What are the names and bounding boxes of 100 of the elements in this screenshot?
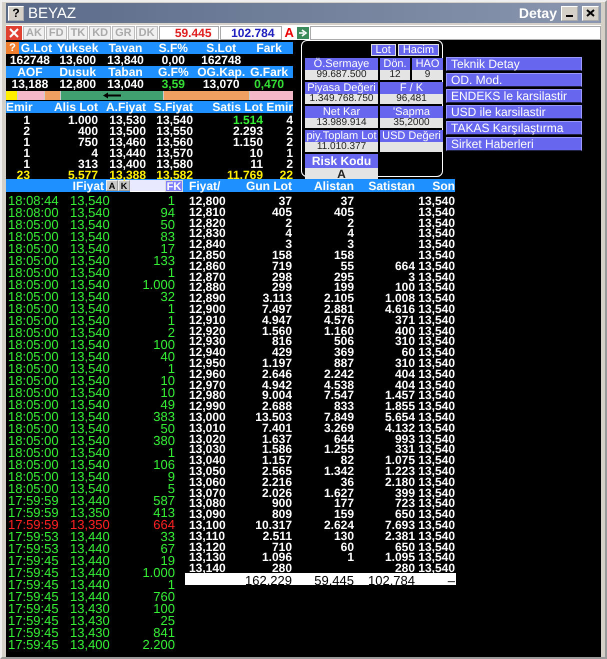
- field-label: HAO: [412, 58, 443, 70]
- trade-price: 13,440: [70, 589, 111, 604]
- trade-lot: 50: [160, 217, 175, 232]
- trade-time: 17:59:45: [8, 625, 60, 640]
- trade-lot: 10: [160, 373, 175, 388]
- unit-button[interactable]: Hacim: [398, 44, 439, 56]
- trade-time: 18:08:00: [8, 205, 60, 220]
- table-cell-text: 2.293: [232, 124, 263, 138]
- trade-time: 17:59:53: [8, 541, 60, 556]
- trade-time: 17:59:45: [8, 589, 60, 604]
- trade-lot: 9: [168, 469, 175, 484]
- trade-price: 13,440: [70, 565, 111, 580]
- trade-lot: 1.000: [141, 565, 175, 580]
- trade-time: 18:05:00: [8, 337, 60, 352]
- trade-time: 18:05:00: [8, 385, 60, 400]
- stat-value: 0,470: [253, 78, 286, 90]
- table-cell-text: 4: [285, 113, 293, 127]
- column-header: Emir: [265, 101, 293, 113]
- trade-lot: 2.200: [141, 637, 175, 652]
- table-cell-text: 1: [22, 135, 30, 149]
- action-button[interactable]: USD ile karsilastir: [446, 105, 582, 119]
- trade-time: 17:59:45: [8, 577, 60, 592]
- table-cell-text: 2: [285, 124, 293, 138]
- trade-time: 17:59:45: [8, 553, 60, 568]
- stat-value: 0,00: [160, 54, 186, 66]
- stat-value: 3,59: [160, 78, 186, 90]
- sort-button[interactable]: A: [106, 180, 118, 191]
- help-icon[interactable]: ?: [8, 6, 24, 20]
- trade-lot: 587: [152, 493, 175, 508]
- arrow-icon[interactable]: [296, 26, 309, 38]
- filter-field[interactable]: [130, 180, 165, 192]
- close-icon: [9, 28, 19, 38]
- table-cell-text: 1: [22, 146, 30, 160]
- trade-time: 17:59:45: [8, 613, 60, 628]
- stat-value: 13,188: [10, 78, 50, 90]
- trade-time: 18:05:00: [8, 361, 60, 376]
- action-button[interactable]: Sirket Haberleri: [446, 137, 582, 151]
- trade-lot: 33: [160, 529, 175, 544]
- stat-value: 13,040: [106, 78, 145, 90]
- column-header: S.Fiyat: [152, 101, 193, 113]
- action-button[interactable]: OD. Mod.: [446, 73, 582, 87]
- column-header: IFiyat: [72, 179, 105, 192]
- trade-time: 17:59:59: [8, 493, 60, 508]
- table-cell-text: 11: [250, 157, 263, 171]
- field-label: Ö.Sermaye: [305, 58, 378, 70]
- trade-time: 18:05:00: [8, 469, 60, 484]
- field-label: Dön.: [380, 58, 410, 70]
- minimize-button[interactable]: [561, 6, 578, 20]
- column-header: Alis Lot: [53, 101, 98, 113]
- trade-lot: 413: [152, 505, 175, 520]
- trade-lot: 1: [168, 265, 175, 280]
- total-cell-text: 102.784: [367, 572, 415, 588]
- input-field[interactable]: [310, 26, 601, 40]
- field-value: 35,2000: [380, 118, 443, 128]
- total-cell-text: 23: [16, 168, 30, 182]
- trade-time: 18:05:00: [8, 313, 60, 328]
- column-header: Satis Lot: [211, 101, 263, 113]
- stat-label: S.Lot: [197, 42, 246, 54]
- trade-time: 18:05:00: [8, 481, 60, 496]
- trade-lot: 664: [152, 517, 175, 532]
- filter-button[interactable]: FK: [165, 180, 183, 192]
- close-icon: [586, 9, 595, 17]
- total-cell-text: 11.769: [226, 168, 263, 182]
- help-icon[interactable]: ?: [6, 42, 19, 54]
- field-label: Net Kar: [305, 106, 378, 118]
- trade-lot: 5: [168, 481, 175, 496]
- trade-lot: 1: [168, 193, 175, 208]
- field-label: USD Değeri: [380, 130, 443, 142]
- trade-time: 18:08:44: [8, 193, 60, 208]
- unit-button[interactable]: Lot: [370, 44, 396, 56]
- table-cell-text: 12,800: [188, 194, 227, 208]
- sort-button[interactable]: K: [118, 180, 130, 191]
- field-value: 13.989.914: [305, 118, 378, 128]
- field-label: Piyasa Değeri: [305, 82, 378, 94]
- stat-label: G.F%: [149, 66, 198, 78]
- mode-button[interactable]: A: [282, 26, 296, 40]
- trade-time: 18:05:00: [8, 301, 60, 316]
- trade-lot: 1: [168, 445, 175, 460]
- trade-time: 18:05:00: [8, 373, 60, 388]
- field-value: 1.349.768.750: [305, 94, 378, 104]
- field-value: 9: [412, 70, 443, 80]
- field-value: 12: [380, 70, 410, 80]
- stat-label: OG.Kap.: [197, 66, 246, 78]
- trade-lot: 67: [160, 541, 175, 556]
- close-button[interactable]: [582, 6, 599, 20]
- action-button[interactable]: ENDEKS le karsilastir: [446, 89, 582, 103]
- table-cell-text: 13,540: [417, 194, 455, 208]
- trade-lot: 49: [160, 397, 175, 412]
- table-cell-text: 1.000: [66, 113, 98, 127]
- trade-lot: 100: [152, 601, 175, 616]
- action-button[interactable]: TAKAS Karşılaştırma: [446, 121, 582, 135]
- trade-time: 17:59:45: [8, 637, 60, 652]
- trade-price: 13,440: [70, 541, 111, 556]
- trade-price: 13,350: [70, 505, 111, 520]
- trade-price: 13,540: [70, 193, 111, 208]
- total-cell-text: 5.577: [66, 168, 98, 182]
- trade-lot: 50: [160, 421, 175, 436]
- trade-lot: 1: [168, 577, 175, 592]
- action-button[interactable]: Teknik Detay: [446, 57, 582, 71]
- trade-time: 18:05:00: [8, 253, 60, 268]
